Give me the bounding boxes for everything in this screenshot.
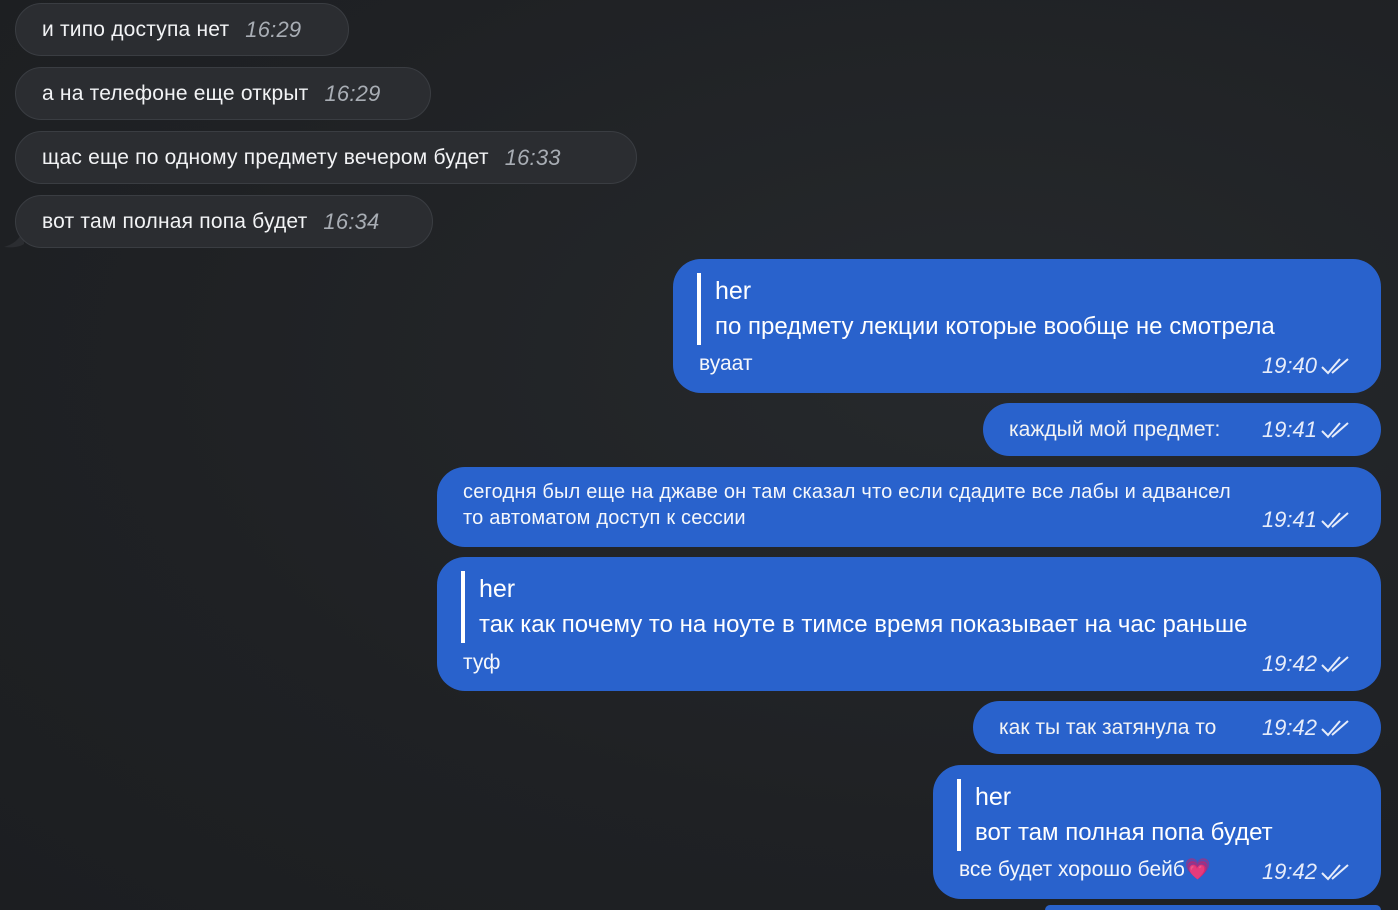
message-text: все будет хорошо бейб💗 <box>959 858 1212 881</box>
message-time: 19:42 <box>1262 859 1351 885</box>
message-time: 19:41 <box>1262 507 1351 533</box>
message-time: 16:29 <box>324 80 381 106</box>
message-time: 19:42 <box>1262 715 1351 741</box>
double-check-icon <box>1321 421 1349 438</box>
message-text: вуаат <box>699 352 753 375</box>
time-label: 19:42 <box>1261 859 1317 884</box>
outgoing-message[interactable]: сегодня был еще на джаве он там сказал ч… <box>437 467 1381 547</box>
message-time: 19:40 <box>1262 353 1351 379</box>
time-label: 19:42 <box>1261 651 1317 676</box>
double-check-icon <box>1321 358 1349 375</box>
double-check-icon <box>1321 864 1349 881</box>
outgoing-message[interactable]: her так как почему то на ноуте в тимсе в… <box>437 557 1381 691</box>
reply-quote[interactable]: her по предмету лекции которые вообще не… <box>697 273 1275 345</box>
message-time: 16:33 <box>504 144 561 170</box>
quote-author: her <box>715 277 752 305</box>
message-text: туф <box>463 651 501 674</box>
message-text: щас еще по одному предмету вечером будет <box>42 145 489 169</box>
quote-author: her <box>975 783 1012 811</box>
message-text: вот там полная попа будет <box>42 209 308 233</box>
chat-view: и типо доступа нет 16:29 а на телефоне е… <box>0 0 1398 910</box>
quote-text: вот там полная попа будет <box>975 819 1273 846</box>
outgoing-message-partial[interactable] <box>1045 905 1381 910</box>
double-check-icon <box>1321 719 1349 736</box>
time-label: 19:41 <box>1261 416 1317 442</box>
message-text: и типо доступа нет <box>42 17 230 41</box>
outgoing-message[interactable]: her вот там полная попа будет все будет … <box>933 765 1381 899</box>
outgoing-message[interactable]: her по предмету лекции которые вообще не… <box>673 259 1381 393</box>
message-text: как ты так затянула то <box>999 715 1217 739</box>
reply-quote[interactable]: her так как почему то на ноуте в тимсе в… <box>461 571 1248 643</box>
message-time: 19:42 <box>1262 651 1351 677</box>
incoming-message[interactable]: и типо доступа нет 16:29 <box>15 3 349 56</box>
quote-author: her <box>479 575 516 603</box>
message-time: 16:29 <box>245 16 302 42</box>
quote-text: так как почему то на ноуте в тимсе время… <box>479 611 1248 638</box>
message-text: каждый мой предмет: <box>1009 417 1221 441</box>
reply-quote[interactable]: her вот там полная попа будет <box>957 779 1273 851</box>
message-line: то автоматом доступ к сессии <box>463 507 746 529</box>
incoming-message[interactable]: а на телефоне еще открыт 16:29 <box>15 67 431 120</box>
double-check-icon <box>1321 656 1349 673</box>
message-time: 19:41 <box>1262 417 1351 443</box>
double-check-icon <box>1321 512 1349 529</box>
message-line: сегодня был еще на джаве он там сказал ч… <box>463 481 1231 503</box>
incoming-message[interactable]: щас еще по одному предмету вечером будет… <box>15 131 637 184</box>
time-label: 19:41 <box>1261 507 1317 532</box>
outgoing-message[interactable]: каждый мой предмет: 19:41 <box>983 403 1381 456</box>
time-label: 19:40 <box>1261 353 1317 378</box>
message-time: 16:34 <box>323 208 380 234</box>
time-label: 19:42 <box>1261 714 1317 740</box>
outgoing-message[interactable]: как ты так затянула то 19:42 <box>973 701 1381 754</box>
quote-text: по предмету лекции которые вообще не смо… <box>715 313 1275 340</box>
incoming-message[interactable]: вот там полная попа будет 16:34 <box>15 195 433 248</box>
message-text: а на телефоне еще открыт <box>42 81 309 105</box>
